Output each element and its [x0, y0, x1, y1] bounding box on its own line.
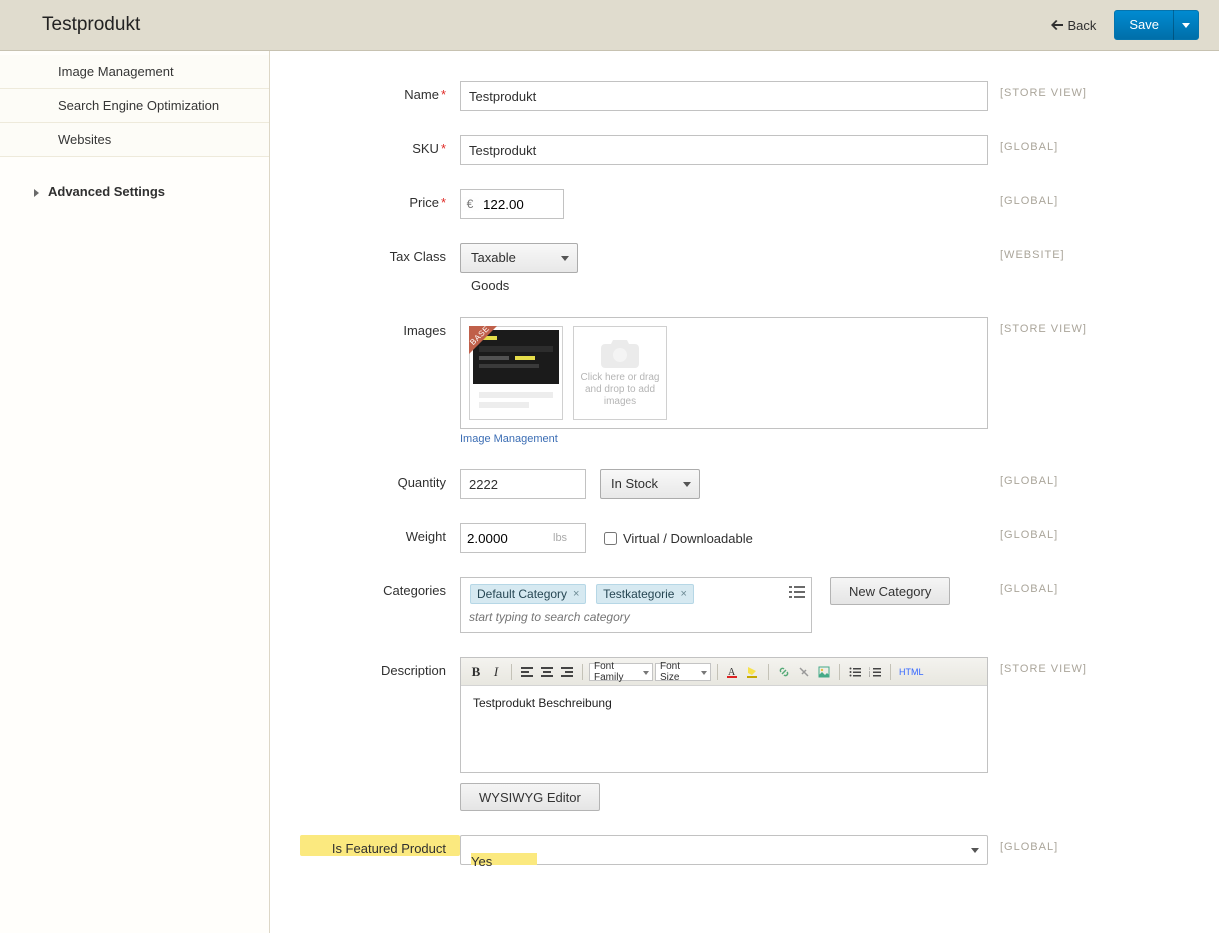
toolbar-separator: [890, 664, 891, 680]
bullet-list-icon: [849, 667, 861, 677]
text-color-button[interactable]: A: [724, 663, 742, 681]
quantity-input[interactable]: [460, 469, 586, 499]
virtual-checkbox-wrap[interactable]: Virtual / Downloadable: [604, 531, 753, 546]
font-family-select[interactable]: Font Family: [589, 663, 653, 681]
stock-status-select[interactable]: In Stock: [600, 469, 700, 499]
category-token: Default Category ×: [470, 584, 586, 604]
bg-color-button[interactable]: [744, 663, 762, 681]
save-button[interactable]: Save: [1114, 10, 1199, 40]
tax-class-select[interactable]: Taxable Goods: [460, 243, 578, 273]
remove-token-icon[interactable]: ×: [573, 588, 579, 600]
category-token: Testkategorie ×: [596, 584, 694, 604]
arrow-left-icon: [1051, 20, 1063, 30]
scope-taxclass: [WEBSITE]: [1000, 243, 1110, 261]
sidebar-item-seo[interactable]: Search Engine Optimization: [0, 89, 269, 123]
name-input[interactable]: [460, 81, 988, 111]
html-button[interactable]: HTML: [897, 663, 926, 681]
link-button[interactable]: [775, 663, 793, 681]
editor-toolbar: B I Font Fam: [461, 658, 987, 686]
back-button[interactable]: Back: [1051, 18, 1096, 33]
align-left-icon: [521, 667, 533, 677]
unlink-icon: [798, 666, 810, 678]
sidebar-group-advanced-settings[interactable]: Advanced Settings: [0, 175, 269, 208]
scope-categories: [GLOBAL]: [1000, 577, 1110, 595]
label-sku: SKU*: [300, 135, 460, 156]
category-list-icon[interactable]: [789, 584, 805, 600]
ul-button[interactable]: [846, 663, 864, 681]
product-image-preview: [473, 330, 559, 416]
weight-unit: lbs: [553, 532, 573, 544]
description-textarea[interactable]: Testprodukt Beschreibung: [461, 686, 987, 772]
font-size-select[interactable]: Font Size: [655, 663, 711, 681]
save-dropdown-caret[interactable]: [1174, 23, 1198, 28]
categories-search-input[interactable]: [467, 606, 751, 628]
image-upload-placeholder[interactable]: Click here or drag and drop to add image…: [573, 326, 667, 420]
ordered-list-icon: 123: [869, 667, 881, 677]
label-description: Description: [300, 657, 460, 678]
label-categories: Categories: [300, 577, 460, 598]
sidebar-item-image-management[interactable]: Image Management: [0, 55, 269, 89]
sku-input[interactable]: [460, 135, 988, 165]
weight-input[interactable]: [461, 524, 553, 552]
new-category-button[interactable]: New Category: [830, 577, 950, 605]
is-featured-select[interactable]: Yes: [460, 835, 988, 865]
image-button[interactable]: [815, 663, 833, 681]
label-quantity: Quantity: [300, 469, 460, 490]
scope-images: [STORE VIEW]: [1000, 317, 1110, 335]
image-thumbnail-base[interactable]: BASE: [469, 326, 563, 420]
align-left-button[interactable]: [518, 663, 536, 681]
italic-button[interactable]: I: [487, 663, 505, 681]
currency-symbol: €: [461, 197, 479, 211]
label-name: Name*: [300, 81, 460, 102]
link-icon: [778, 666, 790, 678]
label-images: Images: [300, 317, 460, 338]
image-icon: [818, 666, 830, 678]
bold-button[interactable]: B: [467, 663, 485, 681]
scope-sku: [GLOBAL]: [1000, 135, 1110, 153]
page-title: Testprodukt: [42, 14, 1051, 36]
highlight-icon: [746, 665, 760, 679]
label-weight: Weight: [300, 523, 460, 544]
sidebar: Image Management Search Engine Optimizat…: [0, 51, 270, 933]
scope-weight: [GLOBAL]: [1000, 523, 1110, 541]
text-color-icon: A: [726, 665, 740, 679]
sidebar-item-websites[interactable]: Websites: [0, 123, 269, 157]
price-input-wrap: €: [460, 189, 564, 219]
toolbar-separator: [582, 664, 583, 680]
unlink-button[interactable]: [795, 663, 813, 681]
toolbar-separator: [839, 664, 840, 680]
categories-input[interactable]: Default Category × Testkategorie ×: [460, 577, 812, 633]
images-box: BASE: [460, 317, 988, 429]
svg-text:3: 3: [869, 673, 870, 677]
label-is-featured: Is Featured Product: [300, 835, 460, 856]
align-center-icon: [541, 667, 553, 677]
scope-featured: [GLOBAL]: [1000, 835, 1110, 853]
scope-description: [STORE VIEW]: [1000, 657, 1110, 675]
align-right-button[interactable]: [558, 663, 576, 681]
price-input[interactable]: [479, 190, 561, 218]
ol-button[interactable]: 123: [866, 663, 884, 681]
toolbar-separator: [768, 664, 769, 680]
toolbar-separator: [511, 664, 512, 680]
camera-icon: [601, 338, 639, 368]
scope-price: [GLOBAL]: [1000, 189, 1110, 207]
remove-token-icon[interactable]: ×: [680, 588, 686, 600]
title-bar: Testprodukt Back Save: [0, 0, 1219, 51]
toolbar-separator: [717, 664, 718, 680]
product-form: Name* [STORE VIEW] SKU* [GLOBAL] Price*: [270, 51, 1219, 933]
caret-down-icon: [1182, 23, 1190, 28]
align-center-button[interactable]: [538, 663, 556, 681]
scope-quantity: [GLOBAL]: [1000, 469, 1110, 487]
wysiwyg-editor-button[interactable]: WYSIWYG Editor: [460, 783, 600, 811]
weight-input-wrap: lbs: [460, 523, 586, 553]
virtual-checkbox[interactable]: [604, 532, 617, 545]
description-editor: B I Font Fam: [460, 657, 988, 773]
scope-name: [STORE VIEW]: [1000, 81, 1110, 99]
label-tax-class: Tax Class: [300, 243, 460, 264]
image-management-link[interactable]: Image Management: [460, 433, 988, 445]
align-right-icon: [561, 667, 573, 677]
list-icon: [789, 584, 805, 600]
label-price: Price*: [300, 189, 460, 210]
